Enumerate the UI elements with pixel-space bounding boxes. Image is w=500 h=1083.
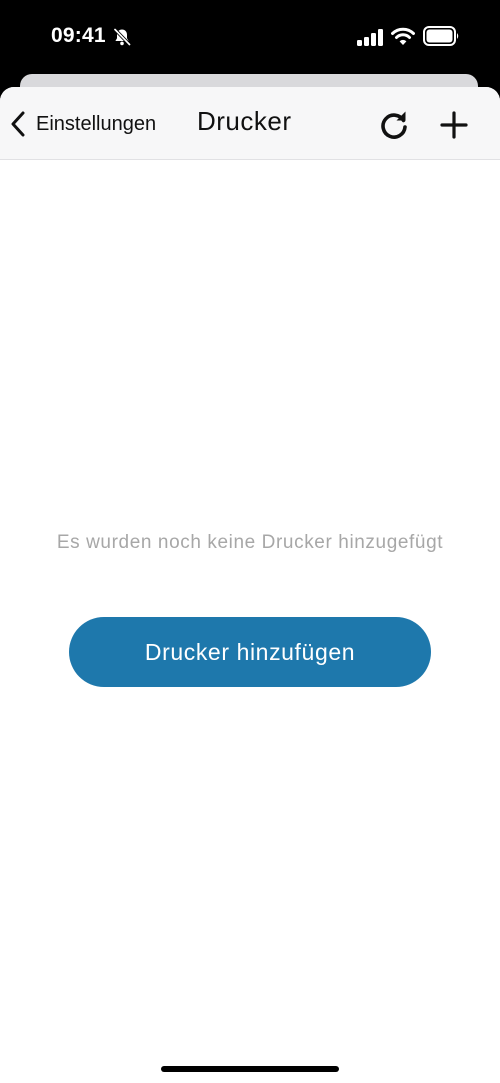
status-bar: 09:41 (0, 0, 500, 72)
bell-slash-icon (113, 27, 132, 47)
page-title: Drucker (197, 106, 292, 136)
battery-icon (423, 26, 459, 46)
add-printer-button[interactable] (434, 105, 474, 145)
printer-sheet: Einstellungen Drucker Es wurden noch kei… (0, 87, 500, 1083)
wifi-icon (391, 27, 415, 45)
back-button[interactable]: Einstellungen (8, 107, 156, 141)
back-button-label: Einstellungen (36, 112, 157, 135)
chevron-left-icon (11, 111, 25, 137)
add-printer-cta-button[interactable]: Drucker hinzufügen (69, 617, 431, 687)
plus-icon (440, 111, 468, 139)
navigation-bar: Einstellungen Drucker (0, 87, 500, 160)
refresh-button[interactable] (374, 105, 414, 145)
empty-state-message: Es wurden noch keine Drucker hinzugefügt (56, 532, 444, 553)
status-time: 09:41 (51, 24, 106, 47)
refresh-icon (381, 111, 407, 139)
cellular-signal-icon (357, 29, 383, 46)
home-indicator[interactable] (161, 1066, 339, 1072)
